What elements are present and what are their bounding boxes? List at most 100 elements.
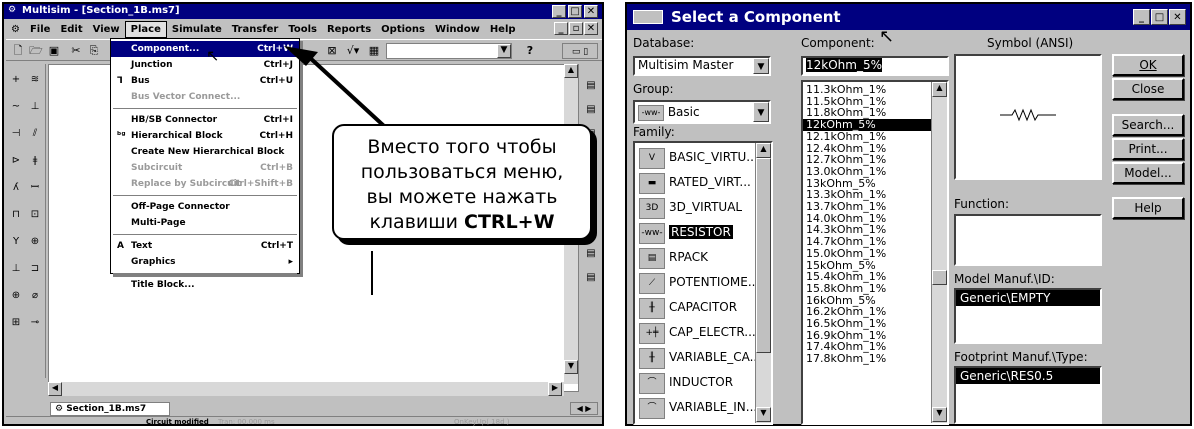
component-tool-icon[interactable]: ⊣ — [8, 126, 24, 142]
new-file-icon[interactable]: 🗋 — [10, 43, 26, 58]
mdi-minimize-button[interactable]: _ — [554, 22, 568, 35]
component-tool-icon[interactable]: + — [8, 72, 24, 88]
family-list-item[interactable]: 3D 3D_VIRTUAL — [635, 195, 755, 220]
simulate-switch-icon[interactable]: ▭ ▯ — [562, 43, 598, 59]
menu-place[interactable]: Place — [124, 21, 167, 38]
component-tool-icon[interactable]: Y — [8, 234, 24, 250]
menu-item-off-page-connector[interactable]: Off-Page Connector — [111, 199, 299, 215]
component-list-item[interactable]: 11.3kOhm_1% — [803, 84, 931, 96]
component-list-item[interactable]: 12.1kOhm_1% — [803, 131, 931, 143]
family-list[interactable]: V BASIC_VIRTU... ▬ RATED_VIRT... 3D 3D_VIRTUA… — [633, 141, 773, 425]
maximize-button[interactable]: □ — [568, 5, 582, 18]
family-list-item[interactable]: ╫ VARIABLE_CA... — [635, 345, 761, 370]
sheet-tab[interactable]: ⚙ Section_1B.ms7 — [50, 402, 170, 416]
component-tool-icon[interactable]: ⊥ — [8, 261, 24, 277]
component-scrollbar[interactable]: ▲ ▼ — [931, 82, 947, 423]
minimize-button[interactable]: _ — [552, 5, 566, 18]
footprint-value[interactable]: Generic\RES0.5 — [956, 368, 1100, 384]
component-list-item[interactable]: 15.0kOhm_1% — [803, 248, 931, 260]
horizontal-scrollbar[interactable]: ◀ ▶ — [48, 382, 564, 396]
help-icon[interactable]: ? — [522, 43, 538, 58]
menu-file[interactable]: File — [25, 22, 55, 37]
save-icon[interactable]: ▣ — [46, 43, 62, 58]
family-list-item[interactable]: ╫ CAPACITOR — [635, 295, 755, 320]
component-tool-icon[interactable]: ⊡ — [27, 207, 43, 223]
component-list-item[interactable]: 15.8kOhm_1% — [803, 283, 931, 295]
instrument-icon[interactable]: ▤ — [583, 78, 599, 94]
scroll-thumb[interactable] — [932, 270, 947, 285]
chevron-down-icon[interactable]: ▼ — [753, 58, 769, 74]
mdi-close-button[interactable]: ✕ — [584, 22, 598, 35]
menu-item-junction[interactable]: Junction Ctrl+J — [111, 57, 299, 73]
menu-item-bus[interactable]: Ꞁ Bus Ctrl+U — [111, 73, 299, 89]
model-manuf-value[interactable]: Generic\EMPTY — [956, 290, 1100, 306]
component-tool-icon[interactable]: ⊸ — [27, 315, 43, 331]
cut-icon[interactable]: ✂ — [68, 43, 84, 58]
scroll-down-icon[interactable]: ▼ — [564, 360, 578, 374]
component-tool-icon[interactable]: ⫽ — [27, 126, 43, 142]
component-tool-icon[interactable]: ꟷ — [27, 180, 43, 196]
family-list-item[interactable]: -ww- RESISTOR — [635, 220, 755, 245]
search-button[interactable]: Search... — [1112, 114, 1184, 136]
footprint-list[interactable]: Generic\RES0.5 — [954, 366, 1102, 424]
menu-item-hb-sb-connector[interactable]: HB/SB Connector Ctrl+I — [111, 112, 299, 128]
component-list-item[interactable]: 17.8kOhm_1% — [803, 353, 931, 365]
close-button[interactable]: ✕ — [1169, 9, 1186, 25]
component-tool-icon[interactable]: ⊕ — [8, 288, 24, 304]
scroll-right-icon[interactable]: ▶ — [548, 382, 562, 396]
component-tool-icon[interactable]: ⊳ — [8, 153, 24, 169]
scroll-thumb[interactable] — [756, 158, 771, 353]
menu-simulate[interactable]: Simulate — [167, 22, 227, 37]
component-list[interactable]: 11.3kOhm_1% 11.5kOhm_1% 11.8kOhm_1% 12kOhm_… — [801, 80, 949, 425]
family-scrollbar[interactable]: ▲ ▼ — [755, 143, 771, 423]
open-file-icon[interactable]: 🗁 — [28, 43, 44, 58]
component-input[interactable]: 12kOhm_5% — [801, 56, 949, 76]
instrument-icon[interactable]: ▤ — [583, 246, 599, 262]
family-list-item[interactable]: ⌒ INDUCTOR — [635, 370, 755, 395]
component-list-item[interactable]: 13.7kOhm_1% — [803, 201, 931, 213]
menu-item-create-new-hierarchical-block[interactable]: Create New Hierarchical Block — [111, 144, 299, 160]
menu-item-multi-page[interactable]: Multi-Page — [111, 215, 299, 231]
component-tool-icon[interactable]: ⊥ — [27, 99, 43, 115]
close-button[interactable]: ✕ — [584, 5, 598, 18]
component-tool-icon[interactable]: ~ — [8, 99, 24, 115]
group-select[interactable]: -ww- Basic ▼ — [633, 100, 771, 124]
component-tool-icon[interactable]: ⊕ — [27, 234, 43, 250]
help-button[interactable]: Help — [1112, 197, 1184, 219]
menu-item-text[interactable]: A Text Ctrl+T — [111, 238, 299, 254]
component-tool-icon[interactable]: ≋ — [27, 72, 43, 88]
family-list-item[interactable]: ⊸SWITCH — [635, 420, 755, 423]
model-manuf-list[interactable]: Generic\EMPTY — [954, 288, 1102, 344]
database-select[interactable]: Multisim Master ▼ — [633, 56, 771, 76]
close-dialog-button[interactable]: Close — [1112, 78, 1184, 100]
component-tool-icon[interactable]: ⊞ — [8, 315, 24, 331]
menu-help[interactable]: Help — [485, 22, 521, 37]
menu-item-component[interactable]: Component... Ctrl+W — [111, 41, 299, 57]
component-list-item[interactable]: 16.5kOhm_1% — [803, 318, 931, 330]
mdi-restore-button[interactable]: ▫ — [569, 22, 583, 35]
family-list-item[interactable]: ⟋ POTENTIOME... — [635, 270, 759, 295]
scroll-down-icon[interactable]: ▼ — [932, 407, 947, 422]
model-button[interactable]: Model... — [1112, 162, 1184, 184]
scroll-down-icon[interactable]: ▼ — [756, 407, 771, 422]
family-list-item[interactable]: ▤ RPACK — [635, 245, 755, 270]
system-menu-icon[interactable] — [633, 10, 663, 24]
menu-view[interactable]: View — [88, 22, 125, 37]
component-tool-icon[interactable]: ⌀ — [27, 288, 43, 304]
minimize-button[interactable]: _ — [1133, 9, 1150, 25]
ok-button[interactable]: OK — [1112, 54, 1184, 76]
menu-edit[interactable]: Edit — [55, 22, 87, 37]
component-tool-icon[interactable]: ⊐ — [27, 261, 43, 277]
component-tool-icon[interactable]: ʎ — [8, 180, 24, 196]
copy-icon[interactable]: ⎘ — [86, 43, 102, 58]
instrument-icon[interactable]: ▤ — [583, 102, 599, 118]
family-list-item[interactable]: ⌒ VARIABLE_IN... — [635, 395, 757, 420]
chevron-down-icon[interactable]: ▼ — [497, 44, 511, 58]
component-list-item[interactable]: 13.0kOhm_1% — [803, 166, 931, 178]
instrument-icon[interactable]: ▤ — [583, 270, 599, 286]
print-button[interactable]: Print... — [1112, 138, 1184, 160]
menu-item-graphics[interactable]: Graphics ▸ — [111, 254, 299, 270]
component-tool-icon[interactable]: ǂ — [27, 153, 43, 169]
chevron-down-icon[interactable]: ▼ — [753, 102, 769, 122]
scroll-up-icon[interactable]: ▲ — [932, 82, 947, 97]
